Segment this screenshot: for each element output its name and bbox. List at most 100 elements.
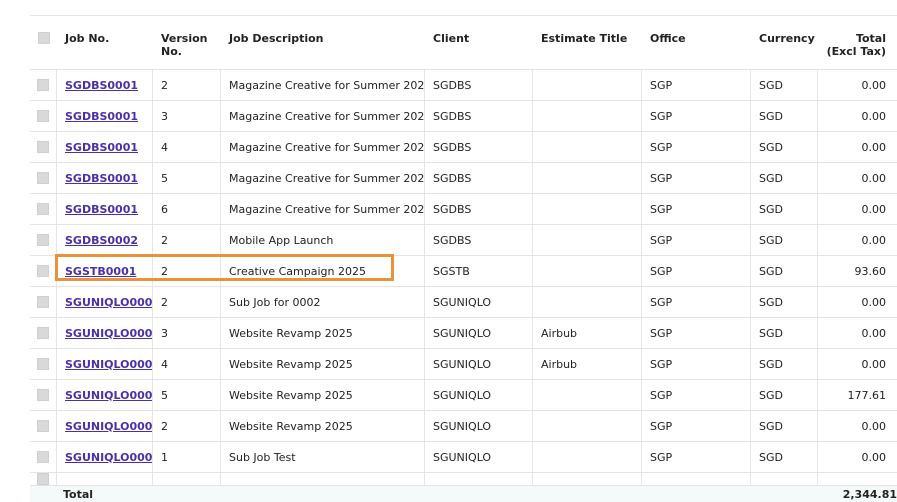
cell-currency: SGD (751, 70, 818, 100)
checkbox-icon (37, 358, 49, 370)
job-no-link[interactable]: SGUNIQLO0003 (65, 389, 152, 402)
cell-description: Magazine Creative for Summer 2025 (221, 194, 425, 224)
job-no-link[interactable]: SGUNIQLO0003 (65, 327, 152, 340)
cell-currency: SGD (751, 225, 818, 255)
table-row[interactable]: SGDBS0001 3 Magazine Creative for Summer 2… (30, 101, 897, 132)
cut-off-cell (221, 473, 425, 485)
cell-office: SGP (642, 225, 751, 255)
job-no-link[interactable]: SGUNIQLO0002/0 (65, 296, 152, 309)
job-no-link[interactable]: SGUNIQLO0003/0 (65, 451, 152, 464)
cell-description: Magazine Creative for Summer 2025 (221, 101, 425, 131)
row-checkbox[interactable] (30, 194, 57, 224)
cut-off-cell (751, 473, 818, 485)
cell-version: 5 (153, 380, 221, 410)
row-checkbox[interactable] (30, 256, 57, 286)
jobs-table: Job No. Version No. Job Description Clie… (30, 15, 897, 485)
cell-version: 6 (153, 194, 221, 224)
cell-estimate-title: Airbub (533, 318, 642, 348)
cell-client: SGUNIQLO (425, 380, 533, 410)
table-row[interactable]: SGDBS0001 4 Magazine Creative for Summer 2… (30, 132, 897, 163)
cell-job-no: SGDBS0001 (57, 101, 153, 131)
job-no-link[interactable]: SGDBS0001 (65, 79, 138, 92)
checkbox-icon (37, 389, 49, 401)
cell-currency: SGD (751, 380, 818, 410)
cell-description: Website Revamp 2025 (221, 380, 425, 410)
row-checkbox[interactable] (30, 442, 57, 472)
select-all-checkbox[interactable] (30, 16, 57, 69)
job-no-link[interactable]: SGDBS0001 (65, 141, 138, 154)
checkbox-icon (37, 473, 49, 485)
cell-currency: SGD (751, 442, 818, 472)
cell-version: 3 (153, 318, 221, 348)
row-checkbox[interactable] (30, 287, 57, 317)
cell-estimate-title (533, 256, 642, 286)
header-client[interactable]: Client (425, 16, 533, 69)
cell-estimate-title (533, 70, 642, 100)
job-no-link[interactable]: SGUNIQLO0003 (65, 358, 152, 371)
job-no-link[interactable]: SGDBS0001 (65, 110, 138, 123)
checkbox-icon (37, 141, 49, 153)
cell-client: SGDBS (425, 163, 533, 193)
cell-estimate-title (533, 132, 642, 162)
row-checkbox[interactable] (30, 225, 57, 255)
job-no-link[interactable]: SGDBS0001 (65, 203, 138, 216)
table-row[interactable]: SGUNIQLO0003 2 Website Revamp 2025 SGUNIQLO… (30, 411, 897, 442)
cell-estimate-title (533, 380, 642, 410)
row-checkbox[interactable] (30, 318, 57, 348)
cell-office: SGP (642, 287, 751, 317)
header-total[interactable]: Total (Excl Tax) (818, 16, 897, 69)
header-office[interactable]: Office (642, 16, 751, 69)
cell-total: 0.00 (861, 450, 887, 464)
row-checkbox[interactable] (30, 349, 57, 379)
table-row[interactable]: SGDBS0001 6 Magazine Creative for Summer 2… (30, 194, 897, 225)
cell-description: Website Revamp 2025 (221, 349, 425, 379)
table-row[interactable]: SGSTB0001 2 Creative Campaign 2025 SGSTB SGP… (30, 256, 897, 287)
cell-estimate-title: Airbub (533, 349, 642, 379)
table-row[interactable]: SGDBS0002 2 Mobile App Launch SGDBS SGP SGD 0.… (30, 225, 897, 256)
row-checkbox[interactable] (30, 380, 57, 410)
cell-job-no: SGDBS0001 (57, 194, 153, 224)
job-no-link[interactable]: SGUNIQLO0003 (65, 420, 152, 433)
job-no-link[interactable]: SGSTB0001 (65, 265, 136, 278)
header-version[interactable]: Version No. (153, 16, 221, 69)
cell-total: 93.60 (854, 264, 887, 278)
cell-description: Sub Job Test (221, 442, 425, 472)
table-row[interactable]: SGUNIQLO0002/02Sub Job for 0002SGUNIQLO S… (30, 287, 897, 318)
cell-total: 0.00 (861, 233, 887, 247)
cell-currency: SGD (751, 194, 818, 224)
header-estimate-title[interactable]: Estimate Title (533, 16, 642, 69)
checkbox-icon (37, 234, 49, 246)
table-row[interactable]: SGDBS0001 5 Magazine Creative for Summer 2… (30, 163, 897, 194)
row-checkbox[interactable] (30, 70, 57, 100)
table-row[interactable]: SGUNIQLO0003 3 Website Revamp 2025 SGUNIQLO… (30, 318, 897, 349)
cell-currency: SGD (751, 256, 818, 286)
row-checkbox[interactable] (30, 411, 57, 441)
cell-estimate-title (533, 101, 642, 131)
cell-client: SGDBS (425, 70, 533, 100)
cell-client: SGUNIQLO (425, 349, 533, 379)
table-row[interactable]: SGUNIQLO0003/01Sub Job TestSGUNIQLO SGPSG… (30, 442, 897, 473)
cell-office: SGP (642, 318, 751, 348)
header-currency[interactable]: Currency (751, 16, 818, 69)
cell-client: SGSTB (425, 256, 533, 286)
table-row[interactable]: SGUNIQLO0003 4 Website Revamp 2025 SGUNIQLO… (30, 349, 897, 380)
row-checkbox[interactable] (30, 101, 57, 131)
table-row[interactable]: SGDBS0001 2 Magazine Creative for Summer 2… (30, 70, 897, 101)
checkbox-icon (37, 79, 49, 91)
cell-client: SGDBS (425, 194, 533, 224)
job-no-link[interactable]: SGDBS0002 (65, 234, 138, 247)
cell-version: 2 (153, 411, 221, 441)
cut-off-cell (818, 473, 897, 485)
cell-total: 0.00 (861, 295, 887, 309)
cell-total: 0.00 (861, 357, 887, 371)
cell-description: Magazine Creative for Summer 2025 (221, 70, 425, 100)
row-checkbox[interactable] (30, 163, 57, 193)
header-job-no[interactable]: Job No. (57, 16, 153, 69)
job-no-link[interactable]: SGDBS0001 (65, 172, 138, 185)
cell-total: 0.00 (861, 326, 887, 340)
cut-off-cell (57, 473, 153, 485)
table-row[interactable]: SGUNIQLO0003 5 Website Revamp 2025 SGUNIQLO… (30, 380, 897, 411)
cell-total: 0.00 (861, 109, 887, 123)
header-description[interactable]: Job Description (221, 16, 425, 69)
row-checkbox[interactable] (30, 132, 57, 162)
